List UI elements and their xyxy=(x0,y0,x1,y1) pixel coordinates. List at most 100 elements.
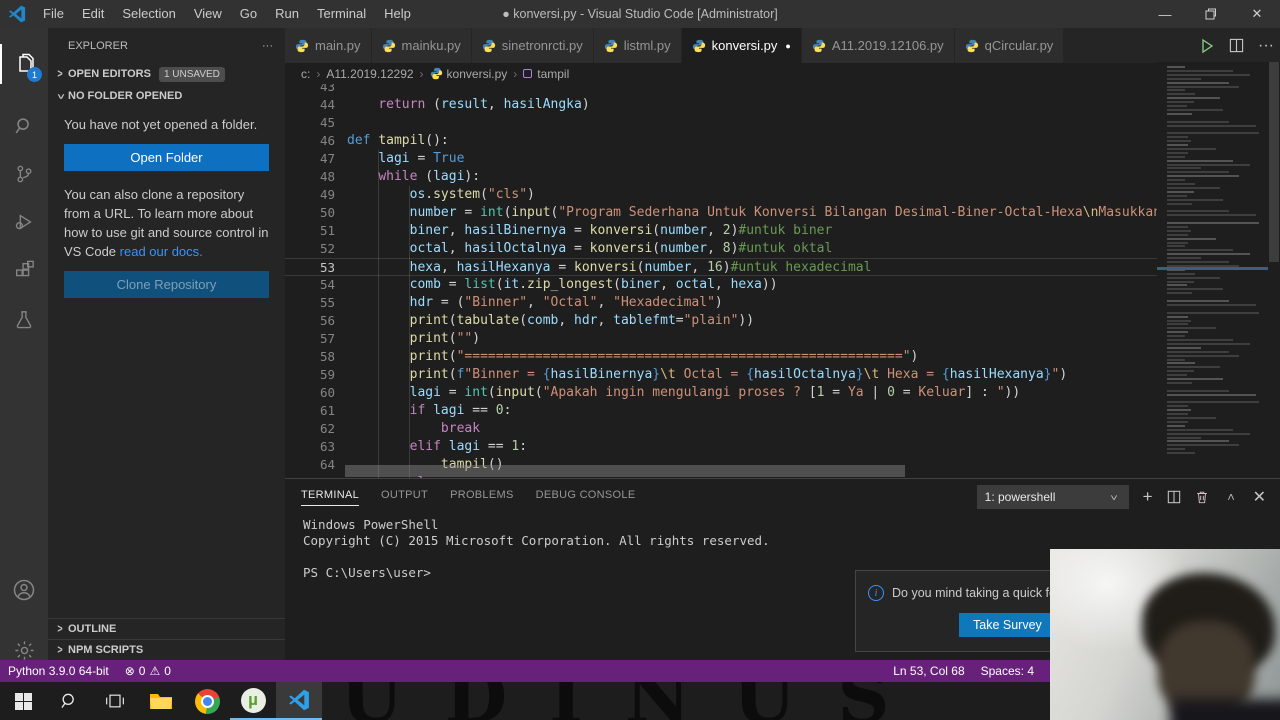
line-number: 49 xyxy=(319,187,335,202)
explorer-icon[interactable]: 1 xyxy=(0,44,48,84)
take-survey-button[interactable]: Take Survey xyxy=(959,613,1056,637)
explorer-sidebar: EXPLORER ··· > OPEN EDITORS 1 UNSAVED > … xyxy=(48,28,285,660)
code-line-49[interactable]: 49 os.system("cls") xyxy=(285,186,1157,204)
vscode-taskbar-icon[interactable] xyxy=(276,682,322,720)
panel-tab-output[interactable]: OUTPUT xyxy=(381,489,428,506)
code-line-46[interactable]: 46 def tampil(): xyxy=(285,132,1157,150)
menu-view[interactable]: View xyxy=(185,0,231,28)
horizontal-scrollbar[interactable] xyxy=(345,465,905,477)
tab-main.py[interactable]: main.py xyxy=(285,28,371,63)
terminal-line: Windows PowerShell xyxy=(303,517,439,532)
tab-mainku.py[interactable]: mainku.py xyxy=(371,28,471,63)
code-line-59[interactable]: 59 print(f"Binner = {hasilBinernya}\t Oc… xyxy=(285,366,1157,384)
code-line-58[interactable]: 58 print("==============================… xyxy=(285,348,1157,366)
terminal-output[interactable]: Windows PowerShell Copyright (C) 2015 Mic… xyxy=(303,517,770,581)
search-icon[interactable] xyxy=(0,106,48,146)
menu-edit[interactable]: Edit xyxy=(73,0,113,28)
indentation-status[interactable]: Spaces: 4 xyxy=(973,664,1042,678)
dirty-indicator[interactable]: ● xyxy=(785,41,790,51)
cursor-position-status[interactable]: Ln 53, Col 68 xyxy=(885,664,972,678)
code-line-53[interactable]: 53 hexa, hasilHexanya = konversi(number,… xyxy=(285,258,1157,276)
code-line-43[interactable]: 43 xyxy=(285,84,1157,96)
breadcrumb-item-A11.2019.12292[interactable]: A11.2019.12292 xyxy=(326,67,413,81)
chevron-right-icon: > xyxy=(57,67,63,81)
more-actions-button[interactable]: ··· xyxy=(1258,37,1274,55)
task-view-icon[interactable] xyxy=(92,682,138,720)
sidebar-title: EXPLORER xyxy=(68,39,128,52)
code-line-56[interactable]: 56 print(tabulate(comb, hdr, tablefmt="p… xyxy=(285,312,1157,330)
panel-tab-debug-console[interactable]: DEBUG CONSOLE xyxy=(536,489,636,506)
extensions-icon[interactable] xyxy=(0,251,48,291)
test-flask-icon[interactable] xyxy=(0,300,48,340)
close-panel-button[interactable]: ✕ xyxy=(1253,487,1266,507)
python-interpreter-status[interactable]: Python 3.9.0 64-bit xyxy=(0,664,117,678)
kill-terminal-trash-icon[interactable] xyxy=(1195,490,1209,504)
breadcrumb-item-c:[interactable]: c: xyxy=(301,67,310,81)
start-button[interactable] xyxy=(0,682,46,720)
code-line-57[interactable]: 57 print("") xyxy=(285,330,1157,348)
run-debug-icon[interactable] xyxy=(0,202,48,242)
minimap-line xyxy=(1167,284,1187,287)
split-editor-button[interactable] xyxy=(1229,38,1244,53)
shell-selector-dropdown[interactable]: 1: powershell > xyxy=(976,485,1129,509)
open-editors-count-badge: 1 xyxy=(27,67,42,82)
chrome-icon[interactable] xyxy=(184,682,230,720)
account-icon[interactable] xyxy=(0,570,48,610)
panel-tab-problems[interactable]: PROBLEMS xyxy=(450,489,514,506)
minimap[interactable] xyxy=(1157,62,1268,478)
python-icon xyxy=(965,39,979,53)
menu-terminal[interactable]: Terminal xyxy=(308,0,375,28)
code-editor[interactable]: 43 44 return (result, hasilAngka) 45 46 def … xyxy=(285,84,1157,478)
split-terminal-button[interactable] xyxy=(1167,490,1181,504)
code-line-62[interactable]: 62 break xyxy=(285,420,1157,438)
code-line-55[interactable]: 55 hdr = ("Binner", "Octal", "Hexadecima… xyxy=(285,294,1157,312)
read-our-docs-link[interactable]: read our docs. xyxy=(120,244,203,259)
minimap-line xyxy=(1167,163,1251,166)
utorrent-icon[interactable]: µ xyxy=(230,682,276,720)
menu-help[interactable]: Help xyxy=(375,0,420,28)
run-file-button[interactable] xyxy=(1199,38,1215,54)
panel-tab-terminal[interactable]: TERMINAL xyxy=(301,489,360,506)
code-line-45[interactable]: 45 xyxy=(285,114,1157,132)
file-explorer-icon[interactable] xyxy=(138,682,184,720)
menu-selection[interactable]: Selection xyxy=(113,0,184,28)
close-window-button[interactable]: ✕ xyxy=(1234,0,1280,28)
problems-status[interactable]: ⊗ 0 ⚠ 0 xyxy=(117,664,179,678)
open-folder-button[interactable]: Open Folder xyxy=(64,144,269,171)
minimize-button[interactable]: — xyxy=(1142,0,1188,28)
no-folder-section[interactable]: > NO FOLDER OPENED xyxy=(48,85,285,107)
code-line-44[interactable]: 44 return (result, hasilAngka) xyxy=(285,96,1157,114)
source-control-icon[interactable] xyxy=(0,154,48,194)
tab-sinetronrcti.py[interactable]: sinetronrcti.py xyxy=(471,28,593,63)
code-line-52[interactable]: 52 octal, hasilOctalnya = konversi(numbe… xyxy=(285,240,1157,258)
tab-listml.py[interactable]: listml.py xyxy=(593,28,681,63)
tab-qCircular.py[interactable]: qCircular.py xyxy=(954,28,1064,63)
maximize-panel-button[interactable]: > xyxy=(1224,489,1238,505)
code-line-54[interactable]: 54 comb = list(it.zip_longest(biner, oct… xyxy=(285,276,1157,294)
menu-run[interactable]: Run xyxy=(266,0,308,28)
code-line-48[interactable]: 48 while (lagi): xyxy=(285,168,1157,186)
outline-section[interactable]: > OUTLINE xyxy=(48,618,285,639)
tab-konversi.py[interactable]: konversi.py ● xyxy=(681,28,801,63)
restore-button[interactable] xyxy=(1188,0,1234,28)
sidebar-more-icon[interactable]: ··· xyxy=(262,40,273,52)
minimap-line xyxy=(1167,81,1229,84)
tab-A11.2019.12106.py[interactable]: A11.2019.12106.py xyxy=(801,28,954,63)
code-line-61[interactable]: 61 if lagi == 0: xyxy=(285,402,1157,420)
taskbar-search-icon[interactable] xyxy=(46,682,92,720)
menu-file[interactable]: File xyxy=(34,0,73,28)
clone-repository-button[interactable]: Clone Repository xyxy=(64,271,269,298)
code-line-50[interactable]: 50 number = int(input("Program Sederhana… xyxy=(285,204,1157,222)
new-terminal-button[interactable]: + xyxy=(1143,487,1153,507)
open-editors-section[interactable]: > OPEN EDITORS 1 UNSAVED xyxy=(48,63,285,85)
code-line-51[interactable]: 51 biner, hasilBinernya = konversi(numbe… xyxy=(285,222,1157,240)
code-line-60[interactable]: 60 lagi = int(input("Apakah ingin mengul… xyxy=(285,384,1157,402)
code-line-63[interactable]: 63 elif lagi == 1: xyxy=(285,438,1157,456)
breadcrumb[interactable]: c: › A11.2019.12292 › konversi.py › tampil xyxy=(285,63,1280,84)
breadcrumb-item-tampil[interactable]: tampil xyxy=(523,67,569,81)
npm-scripts-section[interactable]: > NPM SCRIPTS xyxy=(48,639,285,660)
code-line-47[interactable]: 47 lagi = True xyxy=(285,150,1157,168)
breadcrumb-item-konversi.py[interactable]: konversi.py xyxy=(430,67,507,81)
menu-go[interactable]: Go xyxy=(231,0,266,28)
vertical-scrollbar[interactable] xyxy=(1268,62,1280,478)
